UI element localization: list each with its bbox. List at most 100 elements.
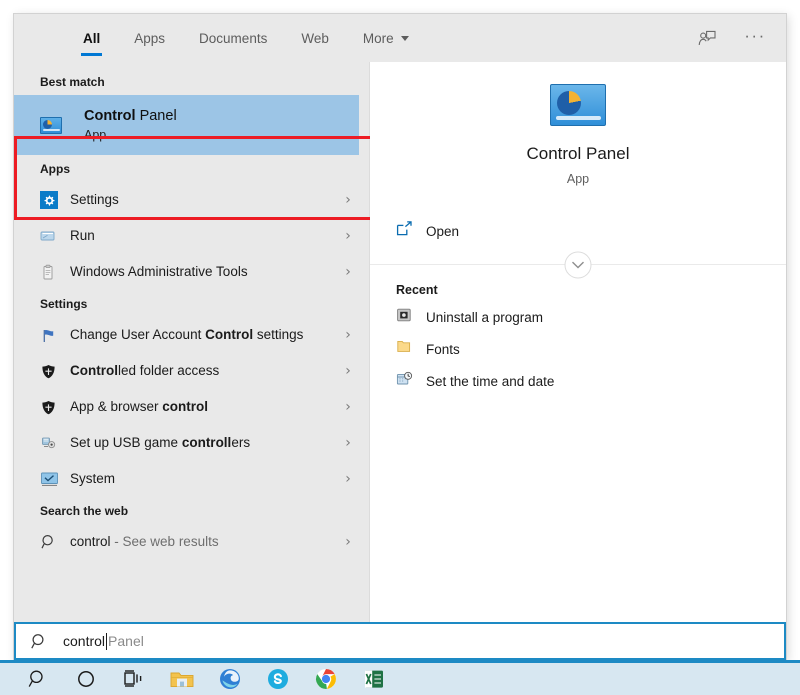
chevron-right-icon[interactable]: › xyxy=(337,228,359,244)
tab-documents-label: Documents xyxy=(199,30,268,46)
recent-item-uninstall-a-program[interactable]: Uninstall a program xyxy=(370,301,786,333)
app-actions: Open xyxy=(370,214,786,248)
result-label: App & browser control xyxy=(66,398,337,416)
result-item-web-search-control[interactable]: control - See web results › xyxy=(14,524,369,560)
open-action-label: Open xyxy=(426,223,460,239)
chevron-right-icon[interactable]: › xyxy=(337,327,359,343)
tab-more[interactable]: More xyxy=(346,14,426,62)
recent-item-fonts[interactable]: Fonts xyxy=(370,333,786,365)
taskbar-cortana-icon[interactable] xyxy=(62,663,110,695)
chevron-down-icon xyxy=(400,35,409,41)
chevron-right-icon[interactable]: › xyxy=(337,534,359,550)
result-item-settings[interactable]: Settings › xyxy=(14,182,369,218)
group-header-best-match: Best match xyxy=(40,75,105,89)
taskbar-search-icon[interactable] xyxy=(14,663,62,695)
open-action[interactable]: Open xyxy=(396,214,786,248)
chevron-right-icon[interactable]: › xyxy=(337,435,359,451)
result-label-pre: Set up USB game xyxy=(70,435,182,451)
result-label-match: Control xyxy=(70,363,118,379)
result-label-post: ers xyxy=(231,435,251,451)
tab-more-label: More xyxy=(362,30,394,46)
result-item-control-panel[interactable]: Control Panel App xyxy=(14,95,359,155)
result-item-app-and-browser-control[interactable]: App & browser control › xyxy=(14,389,369,425)
shield-icon xyxy=(40,363,66,380)
result-item-change-user-account-control-settings[interactable]: Change User Account Control settings › xyxy=(14,317,369,353)
chevron-right-icon[interactable]: › xyxy=(337,363,359,379)
result-item-run[interactable]: Run › xyxy=(14,218,369,254)
result-title: Control Panel xyxy=(84,108,177,124)
search-flyout-window: All Apps Documents Web More ··· Best mat… xyxy=(14,14,786,660)
result-label-query: control xyxy=(70,534,111,550)
taskbar xyxy=(0,660,800,695)
result-item-windows-administrative-tools[interactable]: Windows Administrative Tools › xyxy=(14,254,369,290)
recent-item-label: Fonts xyxy=(426,341,460,357)
taskbar-edge-icon[interactable] xyxy=(206,663,254,695)
settings-gear-icon xyxy=(40,191,66,209)
result-label-text: Settings xyxy=(70,192,119,208)
group-header-apps: Apps xyxy=(40,162,70,176)
result-label-text: Run xyxy=(70,228,95,244)
tab-documents[interactable]: Documents xyxy=(182,14,284,62)
search-query[interactable]: control Panel xyxy=(63,632,144,650)
result-label-post: settings xyxy=(253,327,304,343)
result-label-match: Control xyxy=(205,327,254,343)
tab-apps-label: Apps xyxy=(134,30,166,46)
run-dialog-icon xyxy=(40,229,66,243)
app-kind: App xyxy=(566,172,590,186)
result-label: Run xyxy=(66,227,337,245)
taskbar-chrome-icon[interactable] xyxy=(302,663,350,695)
header-actions: ··· xyxy=(692,14,786,62)
search-icon xyxy=(30,632,49,651)
chevron-right-icon[interactable]: › xyxy=(337,264,359,280)
taskbar-task-view-icon[interactable] xyxy=(110,663,158,695)
gamepad-icon xyxy=(40,435,66,451)
recent-item-set-the-time-and-date[interactable]: Set the time and date xyxy=(370,365,786,397)
result-item-system[interactable]: System › xyxy=(14,461,369,497)
feedback-icon[interactable] xyxy=(692,23,722,53)
tab-apps[interactable]: Apps xyxy=(117,14,182,62)
taskbar-excel-icon[interactable] xyxy=(350,663,398,695)
app-name: Control Panel xyxy=(526,144,630,163)
result-item-set-up-usb-game-controllers[interactable]: Set up USB game controllers › xyxy=(14,425,369,461)
app-hero: Control Panel App xyxy=(370,84,786,186)
tab-web-label: Web xyxy=(301,30,329,46)
result-label-text: System xyxy=(70,471,116,487)
result-label: Settings xyxy=(66,191,337,209)
results-and-preview: Best match Control Panel App Apps Settin… xyxy=(14,62,786,660)
result-subtitle: App xyxy=(84,128,107,142)
search-filter-tabs: All Apps Documents Web More xyxy=(14,14,426,62)
result-title-rest: Panel xyxy=(135,108,177,124)
admin-tools-icon xyxy=(40,264,66,281)
result-label-pre: Change User Account xyxy=(70,327,206,343)
chevron-right-icon[interactable]: › xyxy=(337,399,359,415)
uninstall-program-icon xyxy=(396,307,426,328)
result-label-post: led folder access xyxy=(118,363,220,379)
result-title-match: Control xyxy=(84,108,136,124)
taskbar-skype-icon[interactable] xyxy=(254,663,302,695)
search-autocomplete-suggestion: Panel xyxy=(108,633,144,649)
more-options-icon[interactable]: ··· xyxy=(740,23,770,53)
result-label: Controlled folder access xyxy=(66,362,337,380)
tab-all[interactable]: All xyxy=(66,14,117,62)
result-label-text: Windows Administrative Tools xyxy=(70,264,248,280)
taskbar-file-explorer-icon[interactable] xyxy=(158,663,206,695)
chevron-down-icon[interactable] xyxy=(564,251,592,278)
search-input-bar[interactable]: control Panel xyxy=(14,622,786,660)
result-label-match: controll xyxy=(181,435,232,451)
group-header-settings: Settings xyxy=(40,297,88,311)
uac-flag-icon xyxy=(40,327,66,344)
open-external-icon xyxy=(396,220,426,242)
result-label-pre: App & browser xyxy=(70,399,163,415)
chevron-right-icon[interactable]: › xyxy=(337,192,359,208)
recent-item-label: Uninstall a program xyxy=(426,309,544,325)
result-label: Set up USB game controllers xyxy=(66,434,337,452)
chevron-right-icon[interactable]: › xyxy=(337,471,359,487)
result-label: Change User Account Control settings xyxy=(66,326,337,344)
folder-icon xyxy=(396,339,426,359)
tab-all-label: All xyxy=(83,30,101,46)
result-item-controlled-folder-access[interactable]: Controlled folder access › xyxy=(14,353,369,389)
control-panel-icon xyxy=(550,84,606,126)
results-list-pane: Best match Control Panel App Apps Settin… xyxy=(14,62,380,660)
tab-web[interactable]: Web xyxy=(284,14,346,62)
monitor-icon xyxy=(40,471,66,487)
